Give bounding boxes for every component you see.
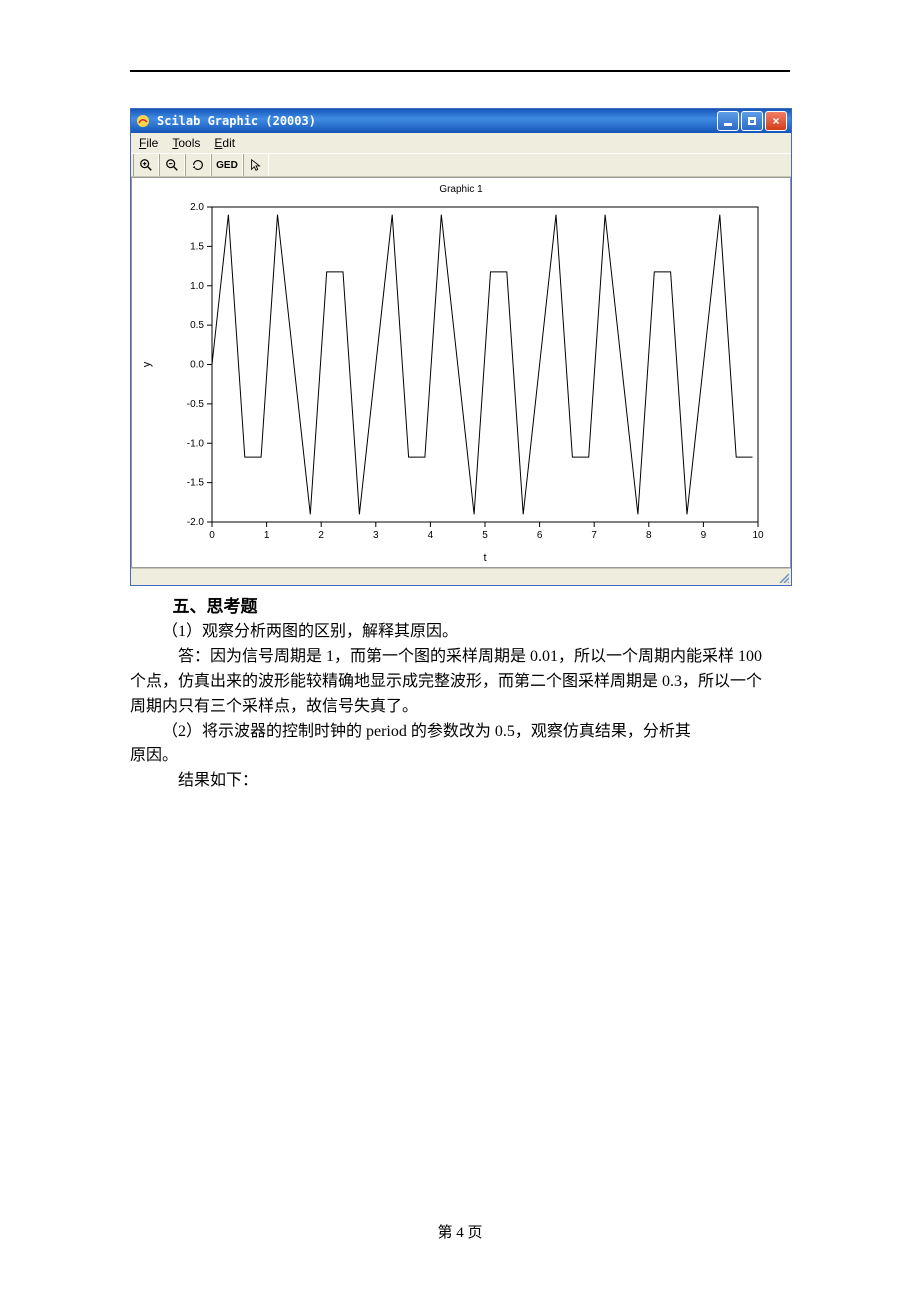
svg-text:0.5: 0.5 xyxy=(190,320,204,331)
svg-text:5: 5 xyxy=(482,530,488,541)
resize-grip-icon[interactable] xyxy=(777,571,789,583)
svg-text:-2.0: -2.0 xyxy=(187,517,205,528)
svg-text:-0.5: -0.5 xyxy=(187,399,205,410)
menu-bar: File Tools Edit xyxy=(131,133,791,153)
zoom-out-button[interactable] xyxy=(159,154,185,176)
answer-1-line1: 答：因为信号周期是 1，而第一个图的采样周期是 0.01，所以一个周期内能采样 … xyxy=(130,645,790,670)
svg-text:-1.5: -1.5 xyxy=(187,478,205,489)
question-2-line2: 原因。 xyxy=(130,744,790,769)
document-body: 五、思考题 （1）观察分析两图的区别，解释其原因。 答：因为信号周期是 1，而第… xyxy=(130,594,790,794)
svg-text:-1.0: -1.0 xyxy=(187,438,205,449)
window-controls: × xyxy=(717,111,787,131)
status-bar xyxy=(131,568,791,585)
page-number: 第 4 页 xyxy=(0,1221,920,1242)
result-label: 结果如下： xyxy=(130,769,790,794)
app-icon xyxy=(135,113,151,129)
svg-text:2.0: 2.0 xyxy=(190,202,204,213)
answer-1-line2: 个点，仿真出来的波形能较精确地显示成完整波形，而第二个图采样周期是 0.3，所以… xyxy=(130,670,790,695)
svg-text:7: 7 xyxy=(591,530,597,541)
svg-text:1.0: 1.0 xyxy=(190,281,204,292)
svg-text:1: 1 xyxy=(264,530,270,541)
menu-file[interactable]: File xyxy=(139,136,158,150)
graphic-title: Graphic 1 xyxy=(132,178,790,197)
maximize-button[interactable] xyxy=(741,111,763,131)
menu-tools[interactable]: Tools xyxy=(172,136,200,150)
menu-edit[interactable]: Edit xyxy=(214,136,235,150)
horizontal-rule xyxy=(130,70,790,72)
svg-text:3: 3 xyxy=(373,530,379,541)
svg-text:0: 0 xyxy=(209,530,215,541)
toolbar: GED xyxy=(131,153,791,177)
line-chart: -2.0 -1.5 -1.0 -0.5 0.0 0.5 1.0 1.5 2.0 0 1 2 3 4 5 6 7 8… xyxy=(132,197,788,567)
window-titlebar[interactable]: Scilab Graphic (20003) × xyxy=(131,109,791,133)
question-1: （1）观察分析两图的区别，解释其原因。 xyxy=(130,620,790,645)
svg-text:8: 8 xyxy=(646,530,652,541)
svg-text:6: 6 xyxy=(537,530,543,541)
close-button[interactable]: × xyxy=(765,111,787,131)
canvas-area: Graphic 1 -2.0 -1.5 -1.0 -0.5 0.0 0.5 1.0 1.5 2.… xyxy=(131,177,791,568)
svg-text:0.0: 0.0 xyxy=(190,360,204,371)
svg-text:4: 4 xyxy=(428,530,434,541)
window-title: Scilab Graphic (20003) xyxy=(157,114,717,128)
rotate-button[interactable] xyxy=(185,154,211,176)
svg-text:10: 10 xyxy=(752,530,764,541)
svg-text:2: 2 xyxy=(318,530,324,541)
pointer-button[interactable] xyxy=(243,154,269,176)
scilab-graphic-window: Scilab Graphic (20003) × File Tools Edit… xyxy=(130,108,792,586)
minimize-button[interactable] xyxy=(717,111,739,131)
svg-text:t: t xyxy=(483,552,486,564)
svg-text:1.5: 1.5 xyxy=(190,241,204,252)
zoom-in-button[interactable] xyxy=(133,154,159,176)
section-heading: 五、思考题 xyxy=(130,594,790,620)
ged-button[interactable]: GED xyxy=(211,154,243,176)
answer-1-line3: 周期内只有三个采样点，故信号失真了。 xyxy=(130,695,790,720)
svg-text:y: y xyxy=(141,361,153,367)
question-2-line1: （2）将示波器的控制时钟的 period 的参数改为 0.5，观察仿真结果，分析… xyxy=(130,720,790,745)
svg-text:9: 9 xyxy=(701,530,707,541)
